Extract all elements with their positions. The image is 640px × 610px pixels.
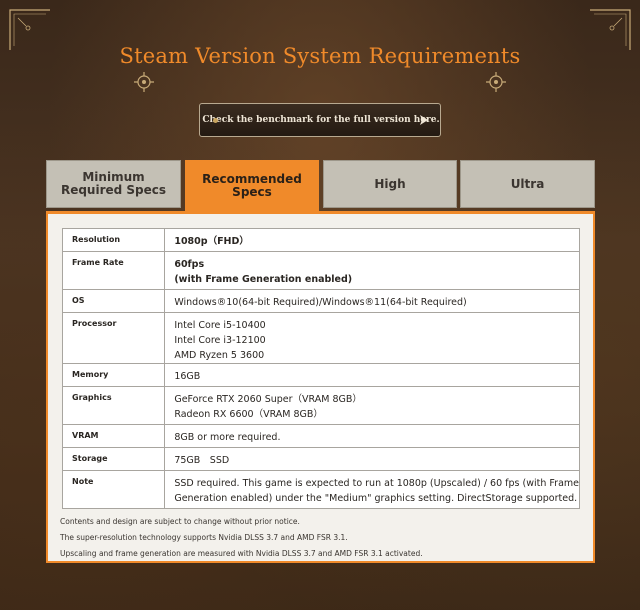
arrow-right-icon xyxy=(420,115,428,125)
spec-value: SSD required. This game is expected to r… xyxy=(164,470,580,509)
processor-line: AMD Ryzen 5 3600 xyxy=(174,350,265,361)
spec-value: 8GB or more required. xyxy=(164,424,580,448)
spec-tabs: Minimum Required Specs Recommended Specs… xyxy=(46,160,595,212)
processor-line: Intel Core i3-12100 xyxy=(174,335,266,346)
tab-label: Ultra xyxy=(510,176,545,191)
tab-high[interactable]: High xyxy=(323,160,457,208)
spec-key: OS xyxy=(61,289,166,313)
spec-value: Windows®10(64-bit Required)/Windows®11(6… xyxy=(164,289,580,313)
frame-rate-line: 60fps xyxy=(174,259,205,270)
spec-key: Storage xyxy=(61,447,166,471)
spec-key: VRAM xyxy=(61,424,166,448)
table-row: Note SSD required. This game is expected… xyxy=(61,470,580,509)
table-row: Resolution 1080p（FHD） xyxy=(61,228,580,252)
specs-table: Resolution 1080p（FHD） Frame Rate 60fps (… xyxy=(61,228,580,509)
page-title: Steam Version System Requirements xyxy=(119,44,521,68)
tab-label: Minimum Required Specs xyxy=(60,170,167,197)
spec-key: Resolution xyxy=(61,228,166,252)
graphics-line: GeForce RTX 2060 Super（VRAM 8GB） xyxy=(174,394,362,405)
table-row: VRAM 8GB or more required. xyxy=(61,424,580,448)
benchmark-button[interactable]: Check the benchmark for the full version… xyxy=(199,103,441,137)
gear-ornament-icon xyxy=(486,72,506,92)
processor-line: Intel Core i5-10400 xyxy=(174,320,266,331)
footnotes: Contents and design are subject to chang… xyxy=(60,514,423,562)
spec-key: Memory xyxy=(61,363,166,387)
spec-value: 60fps (with Frame Generation enabled) xyxy=(164,251,580,290)
tab-recommended[interactable]: Recommended Specs xyxy=(185,160,319,212)
spec-key: Note xyxy=(61,470,166,509)
note-line: SSD required. This game is expected to r… xyxy=(174,478,579,489)
spec-key: Graphics xyxy=(61,386,166,425)
spec-value: 1080p（FHD） xyxy=(164,228,580,252)
table-row: Processor Intel Core i5-10400 Intel Core… xyxy=(61,312,580,364)
table-row: Graphics GeForce RTX 2060 Super（VRAM 8GB… xyxy=(61,386,580,425)
benchmark-label: Check the benchmark for the full version… xyxy=(202,115,440,125)
spec-value: 16GB xyxy=(164,363,580,387)
tab-label: High xyxy=(374,176,406,191)
spec-value: Intel Core i5-10400 Intel Core i3-12100 … xyxy=(164,312,580,364)
footnote: Contents and design are subject to chang… xyxy=(60,517,300,526)
bullet-icon xyxy=(213,118,218,123)
table-row: Memory 16GB xyxy=(61,363,580,387)
table-row: Storage 75GB SSD xyxy=(61,447,580,471)
footnote: Upscaling and frame generation are measu… xyxy=(60,549,423,558)
spec-key: Frame Rate xyxy=(61,251,166,290)
tab-minimum[interactable]: Minimum Required Specs xyxy=(46,160,181,208)
table-row: Frame Rate 60fps (with Frame Generation … xyxy=(61,251,580,290)
specs-panel: Resolution 1080p（FHD） Frame Rate 60fps (… xyxy=(46,211,595,563)
footnote: The super-resolution technology supports… xyxy=(60,533,348,542)
spec-value: GeForce RTX 2060 Super（VRAM 8GB） Radeon … xyxy=(164,386,580,425)
tab-label: Recommended Specs xyxy=(202,172,302,199)
spec-value: 75GB SSD xyxy=(164,447,580,471)
spec-key: Processor xyxy=(61,312,166,364)
gear-ornament-icon xyxy=(134,72,154,92)
frame-rate-line: (with Frame Generation enabled) xyxy=(174,274,353,285)
table-row: OS Windows®10(64-bit Required)/Windows®1… xyxy=(61,289,580,313)
graphics-line: Radeon RX 6600（VRAM 8GB） xyxy=(174,409,323,420)
tab-ultra[interactable]: Ultra xyxy=(460,160,595,208)
note-line: Generation enabled) under the "Medium" g… xyxy=(174,493,578,504)
